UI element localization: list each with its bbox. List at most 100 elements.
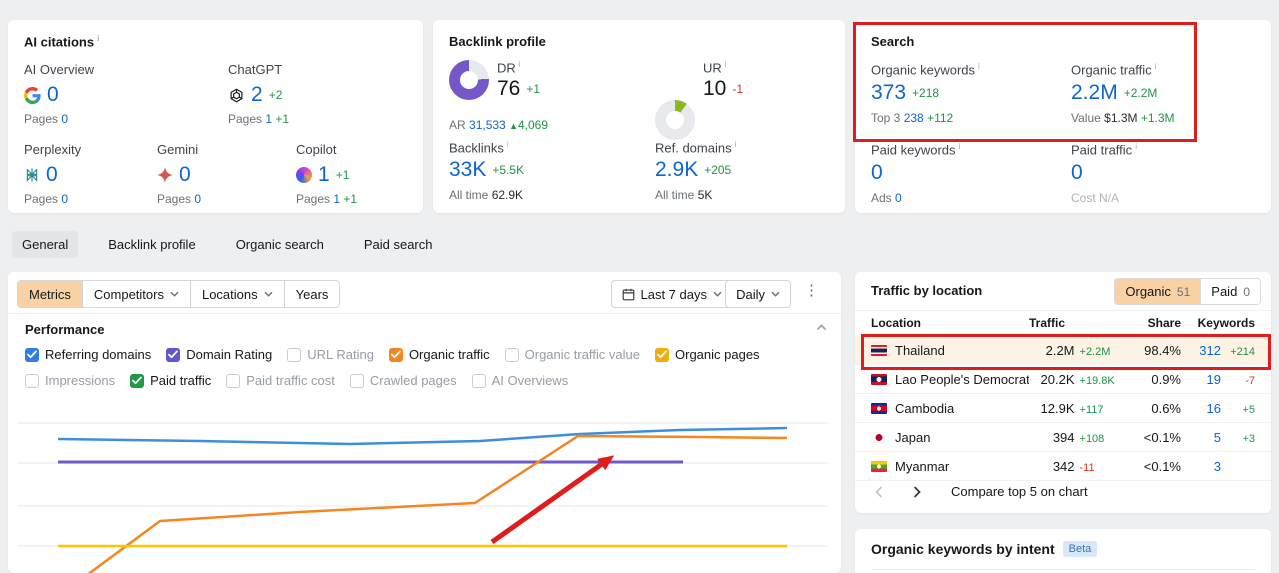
ai-citations-card: AI citations AI Overview 0 Pages 0 ChatGPT 2… [8, 20, 423, 213]
compare-top5-link[interactable]: Compare top 5 on chart [951, 484, 1088, 499]
keywords-count[interactable]: 312 [1199, 343, 1221, 358]
date-range-button[interactable]: Last 7 days [610, 280, 733, 308]
checkbox-checked-icon[interactable] [25, 347, 39, 362]
tab-paid-search[interactable]: Paid search [354, 231, 443, 258]
ar-value[interactable]: 31,533 [469, 118, 506, 132]
checkbox-unchecked-icon[interactable] [471, 373, 486, 388]
granularity-button[interactable]: Daily [725, 280, 791, 308]
search-title: Search [871, 34, 915, 49]
metric-checkbox-organic-pages[interactable]: Organic pages [655, 347, 760, 362]
ai-item-value: 0 [179, 163, 191, 186]
segment-years[interactable]: Years [284, 281, 340, 307]
table-row-japan[interactable]: Japan 394 +108 <0.1% 5 +3 [855, 423, 1271, 452]
metric-checkbox-organic-traffic-value[interactable]: Organic traffic value [504, 347, 640, 362]
checkbox-unchecked-icon[interactable] [25, 373, 39, 388]
metric-checkbox-paid-traffic[interactable]: Paid traffic [130, 373, 211, 388]
pager-next-icon[interactable] [913, 485, 921, 498]
ai-item-value-row: 0 [157, 163, 201, 187]
chevron-down-icon [264, 291, 273, 297]
toggle-organic[interactable]: Organic 51 [1115, 279, 1201, 304]
cell-keywords: 16 +5 [1181, 401, 1255, 416]
segment-competitors[interactable]: Competitors [82, 281, 191, 307]
checkbox-unchecked-icon[interactable] [349, 373, 364, 388]
cell-location: Myanmar [871, 459, 1029, 474]
metric-checkbox-organic-traffic[interactable]: Organic traffic [388, 347, 490, 362]
checkbox-checked-icon[interactable] [130, 373, 145, 388]
checkbox-checked-icon[interactable] [388, 347, 403, 362]
metric-checkbox-crawled-pages[interactable]: Crawled pages [349, 373, 457, 388]
toggle-paid[interactable]: Paid 0 [1200, 279, 1260, 304]
checkbox-unchecked-icon[interactable] [287, 347, 302, 362]
ai-item-label: Perplexity [24, 142, 82, 157]
table-row-cambodia[interactable]: Cambodia 12.9K +117 0.6% 16 +5 [855, 394, 1271, 423]
traffic-by-location-title: Traffic by location [871, 283, 983, 298]
tab-organic-search[interactable]: Organic search [226, 231, 334, 258]
keywords-count[interactable]: 19 [1207, 372, 1221, 387]
traffic-by-location-card: Traffic by location Organic 51 Paid 0 Lo… [855, 272, 1271, 513]
ai-item-value: 2 [251, 83, 263, 106]
performance-card: Metrics Competitors Locations Years Last 7 … [8, 272, 841, 573]
ref-domains-alltime: All time 5K [655, 188, 713, 202]
cell-share: <0.1% [1143, 458, 1181, 474]
metric-checkbox-ai-overviews[interactable]: AI Overviews [471, 373, 568, 388]
traffic-value: 2.2M [1045, 342, 1075, 358]
traffic-pager: Compare top 5 on chart [875, 484, 1088, 499]
checkbox-unchecked-icon[interactable] [226, 373, 241, 388]
metric-checkbox-domain-rating[interactable]: Domain Rating [166, 347, 272, 362]
traffic-header-divider [855, 310, 1271, 311]
chatgpt-icon [228, 87, 245, 104]
metric-checkbox-url-rating[interactable]: URL Rating [287, 347, 374, 362]
ai-item-pages: Pages 1 +1 [228, 112, 290, 126]
segment-locations[interactable]: Locations [190, 281, 285, 307]
search-metric-organic-keywords: Organic keywords 373 +218 Top 3 238 +112 [871, 62, 980, 125]
beta-badge: Beta [1062, 541, 1098, 557]
backlinks-delta: +5.5K [492, 163, 525, 177]
keywords-count[interactable]: 3 [1214, 459, 1221, 474]
checkbox-checked-icon[interactable] [166, 347, 181, 362]
checkbox-checked-icon[interactable] [655, 347, 669, 362]
keywords-count[interactable]: 5 [1214, 430, 1221, 445]
cell-share: 0.6% [1151, 400, 1181, 416]
copilot-icon [296, 167, 312, 183]
google-icon [24, 86, 41, 104]
traffic-value: 12.9K [1040, 400, 1075, 416]
col-keywords[interactable]: Keywords [1181, 316, 1255, 330]
col-traffic[interactable]: Traffic [1029, 316, 1129, 330]
col-share[interactable]: Share [1129, 316, 1181, 330]
pager-prev-icon[interactable] [875, 485, 883, 498]
table-row-lao[interactable]: Lao People's Democratic Reput 20.2K +19.8K… [855, 365, 1271, 394]
table-row-thailand[interactable]: Thailand 2.2M +2.2M 98.4% 312 +214 [855, 336, 1271, 365]
tab-backlink-profile[interactable]: Backlink profile [98, 231, 205, 258]
ref-domains-value[interactable]: 2.9K [655, 158, 698, 182]
more-options-kebab-icon[interactable]: ⋮ [800, 278, 823, 304]
backlinks-value[interactable]: 33K [449, 158, 486, 182]
flag-myanmar [871, 460, 887, 472]
collapse-chevron-icon[interactable] [816, 324, 827, 331]
traffic-delta: -11 [1079, 461, 1095, 474]
tab-general[interactable]: General [12, 231, 79, 258]
chevron-down-icon [713, 291, 722, 297]
traffic-delta: +19.8K [1079, 374, 1115, 387]
ar-delta: 4,069 [517, 118, 549, 132]
search-metric-label: Organic traffic [1071, 62, 1175, 77]
ai-item-value: 0 [46, 163, 58, 186]
flag-japan [871, 431, 887, 443]
flag-thailand [871, 344, 887, 356]
metric-checkbox-paid-traffic-cost[interactable]: Paid traffic cost [226, 373, 335, 388]
cell-traffic: 342 -11 [1029, 459, 1129, 474]
metric-checkbox-impressions[interactable]: Impressions [25, 373, 115, 388]
cell-location: Cambodia [871, 401, 1029, 416]
ai-citations-title: AI citations [24, 34, 99, 49]
cell-traffic: 2.2M +2.2M [1029, 343, 1129, 358]
check-icon [657, 350, 667, 359]
col-location[interactable]: Location [871, 316, 1029, 330]
traffic-value: 20.2K [1040, 371, 1075, 387]
keywords-count[interactable]: 16 [1207, 401, 1221, 416]
table-row-myanmar[interactable]: Myanmar 342 -11 <0.1% 3 [855, 452, 1271, 481]
location-name: Thailand [895, 342, 945, 358]
checkbox-unchecked-icon[interactable] [504, 347, 519, 362]
search-metric-subrow: Value $1.3M +1.3M [1071, 111, 1175, 126]
segment-metrics[interactable]: Metrics [18, 281, 83, 307]
metric-checkbox-referring-domains[interactable]: Referring domains [25, 347, 151, 362]
series-organic-traffic [87, 434, 788, 573]
